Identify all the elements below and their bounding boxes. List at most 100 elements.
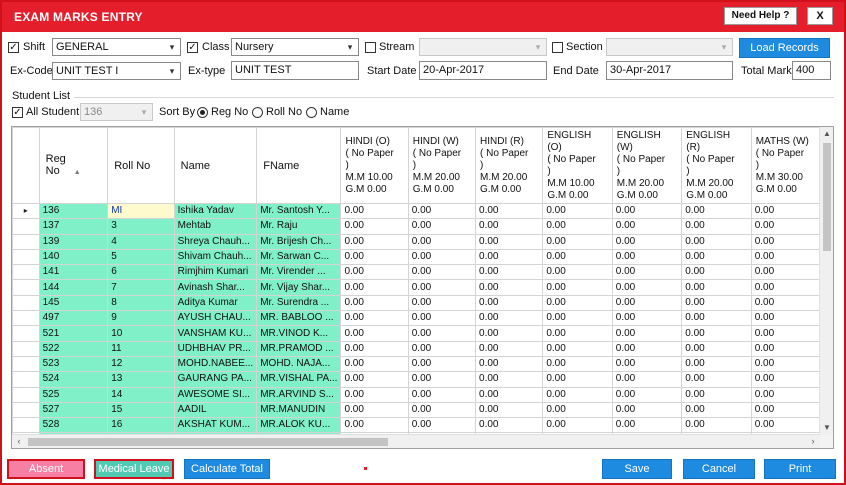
cell-english-w[interactable]: 0.00	[611, 417, 683, 434]
cell-hindi-o[interactable]: 0.00	[340, 325, 409, 342]
cell-fname[interactable]: Mr. Raju	[256, 218, 342, 235]
col-header-rollno[interactable]: Roll No	[107, 127, 175, 204]
cell-english-r[interactable]: 0.00	[681, 371, 752, 388]
cell-hindi-w[interactable]: 0.00	[407, 340, 477, 357]
cell-fname[interactable]: MOHD. NAJA...	[256, 355, 342, 373]
cell-maths-w[interactable]: 0.00	[750, 371, 820, 388]
cell-rollno[interactable]: 10	[107, 325, 175, 342]
cell-regno[interactable]: 140	[38, 248, 109, 266]
cell-maths-w[interactable]: 0.00	[750, 310, 820, 327]
cell-english-o[interactable]: 0.00	[542, 218, 613, 235]
vertical-scrollbar[interactable]: ▲ ▼	[819, 127, 833, 435]
cell-hindi-w[interactable]: 0.00	[407, 325, 477, 342]
stream-checkbox[interactable]	[365, 42, 376, 53]
table-row[interactable]: 528 16 AKSHAT KUM... MR.ALOK KU... 0.00 0.00 0…	[12, 417, 820, 434]
cell-rollno[interactable]: 12	[107, 355, 175, 373]
cell-regno[interactable]: 528	[38, 417, 109, 434]
cell-regno[interactable]: 139	[38, 233, 109, 250]
cell-hindi-r[interactable]: 0.00	[475, 355, 544, 373]
table-row[interactable]: 522 11 UDHBHAV PR... MR.PRAMOD ... 0.00 0.00 0…	[12, 340, 820, 357]
cell-regno[interactable]: 524	[38, 371, 109, 388]
absent-button[interactable]: Absent	[7, 459, 85, 479]
cell-fname[interactable]: Mr. Virender ...	[256, 264, 342, 281]
cell-english-w[interactable]: 0.00	[611, 310, 683, 327]
cell-regno[interactable]: 144	[38, 279, 109, 296]
cell-english-o[interactable]: 0.00	[542, 294, 613, 312]
cell-english-w[interactable]: 0.00	[611, 386, 683, 403]
col-header-name[interactable]: Name	[173, 127, 258, 204]
excode-select[interactable]: UNIT TEST I ▾	[52, 62, 181, 80]
cell-hindi-w[interactable]: 0.00	[407, 294, 477, 312]
section-select[interactable]: ▾	[606, 38, 733, 56]
cell-hindi-r[interactable]: 0.00	[475, 371, 544, 388]
cell-english-w[interactable]: 0.00	[611, 264, 683, 281]
cell-english-r[interactable]: 0.00	[681, 355, 752, 373]
cell-regno[interactable]: 145	[38, 294, 109, 312]
cell-english-r[interactable]: 0.00	[681, 325, 752, 342]
col-header-hindi-o[interactable]: HINDI (O) ( No Paper ) M.M 10.00 G.M 0.0…	[340, 127, 409, 204]
cell-fname[interactable]: MR.VINOD K...	[256, 325, 342, 342]
cell-hindi-r[interactable]: 0.00	[475, 294, 544, 312]
cell-hindi-w[interactable]: 0.00	[407, 233, 477, 250]
table-row[interactable]: 141 6 Rimjhim Kumari Mr. Virender ... 0.00 0.…	[12, 264, 820, 281]
row-selector[interactable]	[12, 310, 40, 327]
cell-english-o[interactable]: 0.00	[542, 371, 613, 388]
sort-name-radio[interactable]	[306, 107, 317, 118]
row-selector[interactable]	[12, 401, 40, 419]
cell-rollno[interactable]: MI	[107, 202, 175, 220]
cell-maths-w[interactable]: 0.00	[750, 218, 820, 235]
cell-english-w[interactable]: 0.00	[611, 325, 683, 342]
cell-rollno[interactable]: 14	[107, 386, 175, 403]
cell-name[interactable]: GAURANG PA...	[173, 371, 258, 388]
cell-regno[interactable]: 522	[38, 340, 109, 357]
cell-name[interactable]: UDHBHAV PR...	[173, 340, 258, 357]
cell-regno[interactable]: 141	[38, 264, 109, 281]
class-checkbox[interactable]: ✓	[187, 42, 198, 53]
cell-english-w[interactable]: 0.00	[611, 340, 683, 357]
cell-rollno[interactable]: 5	[107, 248, 175, 266]
cell-english-o[interactable]: 0.00	[542, 264, 613, 281]
col-header-regno[interactable]: Reg No ▲	[38, 127, 109, 204]
cell-english-r[interactable]: 0.00	[681, 233, 752, 250]
cell-english-o[interactable]: 0.00	[542, 248, 613, 266]
cell-english-w[interactable]: 0.00	[611, 355, 683, 373]
cell-rollno[interactable]: 8	[107, 294, 175, 312]
cell-maths-w[interactable]: 0.00	[750, 417, 820, 434]
cell-hindi-w[interactable]: 0.00	[407, 279, 477, 296]
cell-name[interactable]: VANSHAM KU...	[173, 325, 258, 342]
cell-english-r[interactable]: 0.00	[681, 401, 752, 419]
cell-hindi-o[interactable]: 0.00	[340, 202, 409, 220]
cell-hindi-w[interactable]: 0.00	[407, 417, 477, 434]
cell-regno[interactable]: 523	[38, 355, 109, 373]
cell-rollno[interactable]: 6	[107, 264, 175, 281]
sort-regno-radio[interactable]	[197, 107, 208, 118]
class-select[interactable]: Nursery ▾	[231, 38, 359, 56]
cell-regno[interactable]: 527	[38, 401, 109, 419]
col-header-english-o[interactable]: ENGLISH (O) ( No Paper ) M.M 10.00 G.M 0…	[542, 127, 613, 204]
start-date-input[interactable]: 20-Apr-2017	[419, 61, 547, 80]
cell-english-w[interactable]: 0.00	[611, 371, 683, 388]
table-row[interactable]: 521 10 VANSHAM KU... MR.VINOD K... 0.00 0.00 0…	[12, 325, 820, 342]
cell-fname[interactable]: Mr. Surendra ...	[256, 294, 342, 312]
cell-english-o[interactable]: 0.00	[542, 401, 613, 419]
row-selector[interactable]	[12, 279, 40, 296]
cell-english-r[interactable]: 0.00	[681, 310, 752, 327]
cell-fname[interactable]: MR.MANUDIN	[256, 401, 342, 419]
cell-hindi-w[interactable]: 0.00	[407, 386, 477, 403]
cell-fname[interactable]: Mr. Vijay Shar...	[256, 279, 342, 296]
cell-hindi-r[interactable]: 0.00	[475, 386, 544, 403]
print-button[interactable]: Print	[764, 459, 836, 479]
table-row[interactable]: 144 7 Avinash Shar... Mr. Vijay Shar... 0.00…	[12, 279, 820, 296]
cell-fname[interactable]: Mr. Sarwan C...	[256, 248, 342, 266]
sort-rollno-radio[interactable]	[252, 107, 263, 118]
table-row[interactable]: 527 15 AADIL MR.MANUDIN 0.00 0.00 0.00 0.00 0.00…	[12, 401, 820, 419]
cell-hindi-o[interactable]: 0.00	[340, 340, 409, 357]
cell-regno[interactable]: 137	[38, 218, 109, 235]
cell-english-w[interactable]: 0.00	[611, 218, 683, 235]
table-row[interactable]: 524 13 GAURANG PA... MR.VISHAL PA... 0.00 0.0…	[12, 371, 820, 388]
cell-maths-w[interactable]: 0.00	[750, 264, 820, 281]
load-records-button[interactable]: Load Records	[739, 38, 830, 58]
table-row[interactable]: ▸ 136 MI Ishika Yadav Mr. Santosh Y... 0.00 0.…	[12, 202, 820, 220]
cell-rollno[interactable]: 3	[107, 218, 175, 235]
cell-regno[interactable]: 521	[38, 325, 109, 342]
